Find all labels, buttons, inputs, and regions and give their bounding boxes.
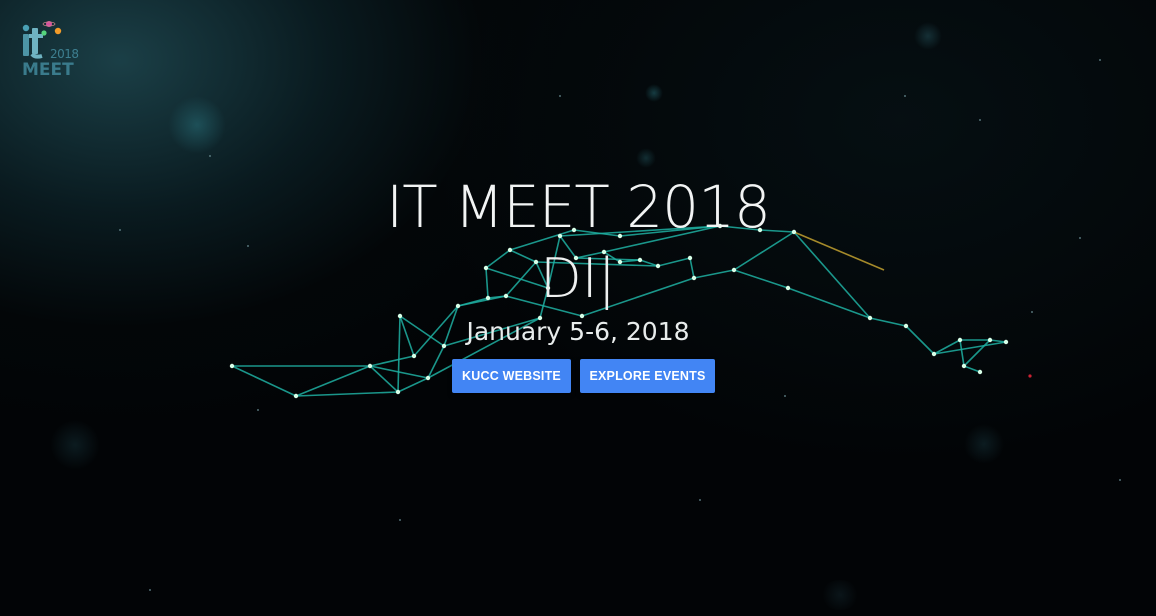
star-dot [784,395,786,397]
network-node [977,369,983,375]
network-node [395,389,401,395]
star-dot [149,589,151,591]
star-dot [257,409,259,411]
event-date: January 5-6, 2018 [466,317,690,346]
network-node [367,363,373,369]
kucc-website-button[interactable]: KUCC WEBSITE [452,359,571,393]
star-dot [1119,479,1121,481]
star-dot [209,155,211,157]
network-link [231,365,297,397]
typed-text: DI| [0,244,1156,314]
typed-word: DI [540,247,598,310]
star-dot [904,95,906,97]
typing-cursor: | [597,247,616,310]
network-link [295,365,371,397]
network-node [425,375,431,381]
network-link [397,377,429,393]
star-dot [1028,374,1032,378]
network-node [293,393,299,399]
network-link [295,391,399,397]
network-link [963,365,981,373]
logo-year: 2018 [50,47,79,61]
explore-events-button[interactable]: EXPLORE EVENTS [580,359,715,393]
network-link [369,355,415,367]
logo-name: MEET [22,60,74,80]
star-dot [399,519,401,521]
star-dot [1099,59,1101,61]
page-title: IT MEET 2018 [386,173,771,241]
network-link [369,365,399,393]
star-dot [699,499,701,501]
network-node [229,363,235,369]
star-dot [559,95,561,97]
network-node [961,363,967,369]
star-dot [979,119,981,121]
it-meet-logo[interactable]: 2018 MEET [16,20,80,80]
network-node [931,351,937,357]
network-node [411,353,417,359]
